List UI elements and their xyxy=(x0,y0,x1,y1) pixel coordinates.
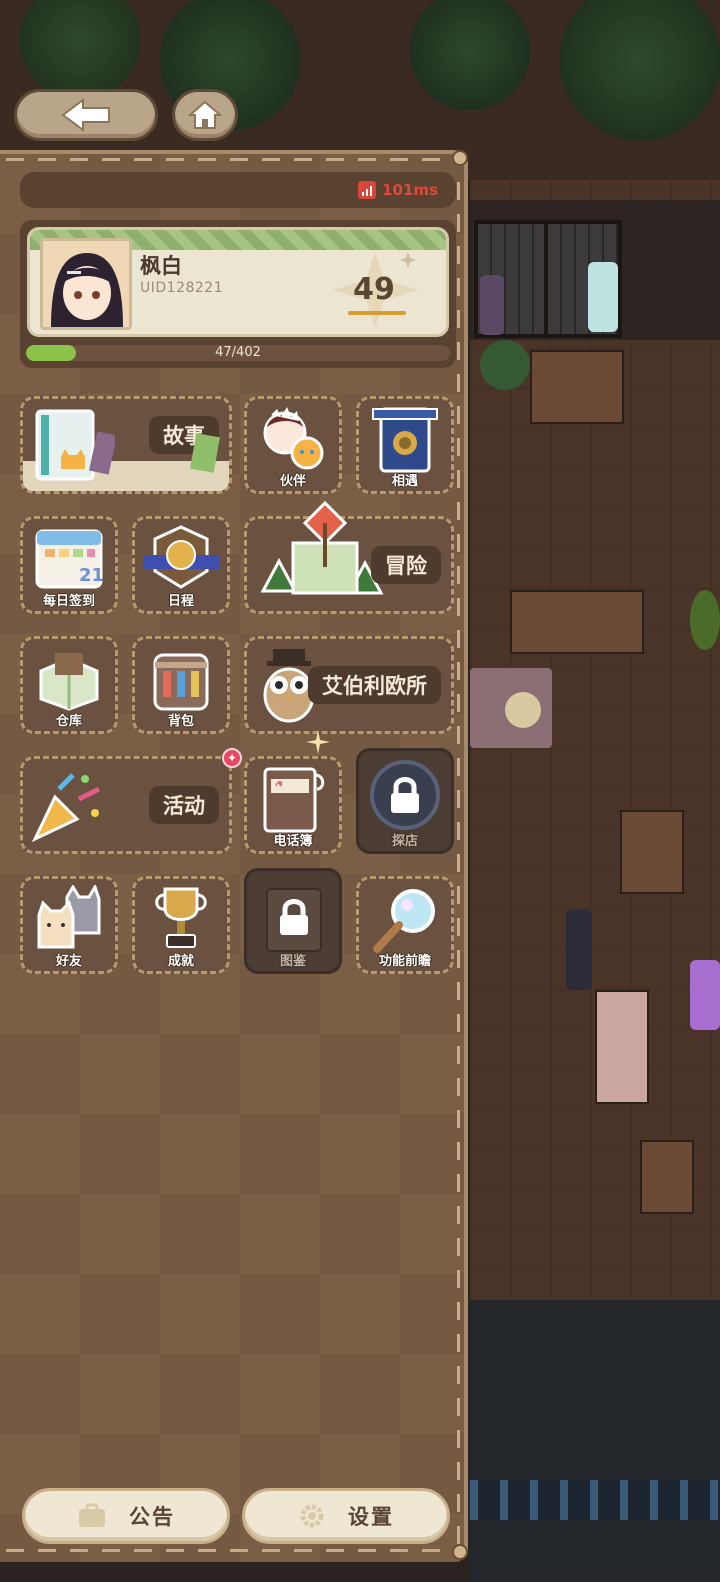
npc-character[interactable] xyxy=(588,262,618,332)
warehouse-label: 仓库 xyxy=(55,714,82,729)
shop-shelf xyxy=(510,590,644,654)
shop-shelf xyxy=(530,350,624,424)
party-popper-icon xyxy=(31,773,101,843)
encounter-label: 相遇 xyxy=(391,474,418,489)
abberley-office-label: 艾伯利欧所 xyxy=(308,666,441,704)
daily-checkin-label: 每日签到 xyxy=(42,594,95,609)
event-button[interactable]: 活动 xyxy=(20,756,232,854)
svg-text:21: 21 xyxy=(79,565,104,586)
story-book-icon xyxy=(35,409,115,481)
friends-label: 好友 xyxy=(55,954,82,969)
player-level: 49 xyxy=(353,272,395,307)
partner-label: 伙伴 xyxy=(279,474,306,489)
phonebook-icon xyxy=(263,767,325,833)
shop-shelf xyxy=(620,810,684,894)
balloon-plant xyxy=(480,340,530,390)
level-underline xyxy=(348,311,406,315)
panel-border xyxy=(6,158,456,161)
sparkle-icon xyxy=(306,730,330,754)
abberley-office-button[interactable]: 艾伯利欧所 xyxy=(244,636,454,734)
shop-shelf xyxy=(640,1140,694,1214)
briefcase-icon xyxy=(79,1503,105,1527)
npc-character[interactable] xyxy=(690,960,720,1030)
wall-lamp xyxy=(505,692,541,728)
adventure-button[interactable]: 冒险 xyxy=(244,500,454,614)
backpack-label: 背包 xyxy=(167,714,194,729)
codex-label: 图鉴 xyxy=(279,954,306,969)
player-name: 枫白 xyxy=(140,254,182,278)
schedule-label: 日程 xyxy=(167,594,194,609)
settings-label: 设置 xyxy=(348,1505,394,1529)
achievements-button[interactable]: 成就 xyxy=(132,876,230,974)
avatar[interactable] xyxy=(40,238,132,330)
npc-character[interactable] xyxy=(480,275,504,335)
panel-border xyxy=(6,1549,456,1552)
feature-preview-button[interactable]: 功能前瞻 xyxy=(356,876,454,974)
network-status-bar: 101ms xyxy=(20,172,456,208)
backpack-button[interactable]: 背包 xyxy=(132,636,230,734)
trophy-icon xyxy=(155,887,207,948)
adventure-label: 冒险 xyxy=(371,546,441,584)
home-icon xyxy=(188,100,222,129)
event-label: 活动 xyxy=(149,786,219,824)
warehouse-box-icon xyxy=(39,653,99,711)
plant xyxy=(690,590,720,650)
signal-icon xyxy=(358,181,377,199)
street-railing xyxy=(470,1480,720,1520)
backpack-icon xyxy=(153,653,209,711)
phonebook-label: 电话簿 xyxy=(273,834,313,849)
encounter-button[interactable]: 相遇 xyxy=(356,396,454,494)
panel-rivet xyxy=(452,150,468,166)
lock-icon xyxy=(391,777,419,813)
encounter-icon xyxy=(372,407,438,473)
lock-icon xyxy=(266,888,322,952)
feature-preview-label: 功能前瞻 xyxy=(378,954,431,969)
cat-friends-icon xyxy=(37,885,101,949)
street xyxy=(470,1300,720,1582)
xp-text: 47/402 xyxy=(215,345,261,360)
gear-icon xyxy=(300,1504,324,1528)
daily-checkin-button[interactable]: 21 每日签到 xyxy=(20,516,118,614)
event-notification-badge: ✦ xyxy=(222,748,242,768)
player-uid: UID128221 xyxy=(140,280,224,296)
panel-border xyxy=(457,168,460,1544)
warehouse-button[interactable]: 仓库 xyxy=(20,636,118,734)
notice-label: 公告 xyxy=(129,1505,175,1529)
ping-value: 101ms xyxy=(382,181,438,199)
player-character[interactable] xyxy=(566,910,592,990)
magnifier-icon xyxy=(373,889,435,953)
codex-button-locked[interactable]: 图鉴 xyxy=(244,868,342,974)
explore-shop-label: 探店 xyxy=(391,834,418,849)
arrow-left-icon xyxy=(61,98,110,132)
locked-badge xyxy=(370,760,440,830)
home-button[interactable] xyxy=(172,89,238,141)
schedule-medal-icon xyxy=(143,525,219,589)
shop-table xyxy=(595,990,649,1104)
panel-rivet xyxy=(452,1544,468,1560)
notice-button[interactable]: 公告 xyxy=(22,1488,230,1544)
partner-button[interactable]: 伙伴 xyxy=(244,396,342,494)
achievements-label: 成就 xyxy=(167,954,194,969)
friends-button[interactable]: 好友 xyxy=(20,876,118,974)
calendar-icon: 21 xyxy=(35,529,104,589)
story-button[interactable]: 故事 xyxy=(20,396,232,494)
settings-button[interactable]: 设置 xyxy=(242,1488,450,1544)
schedule-button[interactable]: 日程 xyxy=(132,516,230,614)
back-button[interactable] xyxy=(14,89,158,141)
phonebook-button[interactable]: 电话簿 xyxy=(244,756,342,854)
explore-shop-button-locked[interactable]: 探店 xyxy=(356,748,454,854)
partner-icon xyxy=(263,407,324,470)
avatar-portrait xyxy=(43,241,129,327)
